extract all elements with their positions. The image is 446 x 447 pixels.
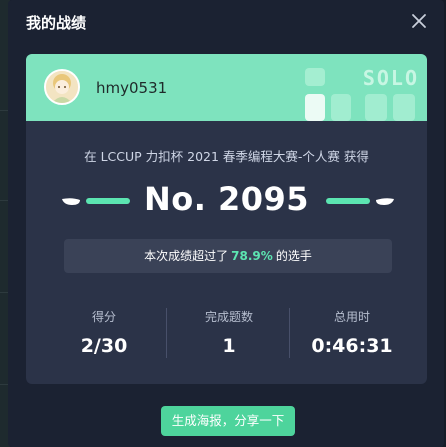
stat-value: 1 xyxy=(222,335,236,357)
dialog-title: 我的战绩 xyxy=(26,14,87,32)
achievement-dialog: 我的战绩 hmy0531 SOLO 在 LCCUP 力扣杯 2021 春季编程大… xyxy=(8,0,444,447)
rank-row: No. 2095 xyxy=(26,180,427,224)
rank-decoration-right-icon xyxy=(326,198,394,205)
stat-label: 得分 xyxy=(91,310,116,324)
exceed-prefix: 本次成绩超过了 xyxy=(144,249,229,263)
solo-badge-icon: SOLO xyxy=(305,66,419,121)
stat-label: 总用时 xyxy=(333,310,370,324)
stat-time: 总用时 0:46:31 xyxy=(290,308,414,357)
share-poster-button[interactable]: 生成海报，分享一下 xyxy=(161,406,295,436)
mode-badge-text: SOLO xyxy=(363,66,419,90)
stat-label: 完成题数 xyxy=(204,310,253,324)
result-card: hmy0531 SOLO 在 LCCUP 力扣杯 2021 春季编程大赛-个人赛… xyxy=(26,54,427,384)
stat-value: 0:46:31 xyxy=(311,335,393,357)
stats-row: 得分 2/30 完成题数 1 总用时 0:46:31 xyxy=(26,308,427,362)
stat-value: 2/30 xyxy=(80,335,128,357)
exceed-suffix: 的选手 xyxy=(275,249,312,263)
stat-score: 得分 2/30 xyxy=(42,308,166,357)
close-icon[interactable] xyxy=(410,12,428,30)
exceed-percent: 78.9% xyxy=(231,249,273,263)
achievement-text: 在 LCCUP 力扣杯 2021 春季编程大赛-个人赛 获得 xyxy=(84,149,369,164)
exceed-summary: 本次成绩超过了 78.9% 的选手 xyxy=(64,239,392,273)
avatar xyxy=(44,69,80,105)
username: hmy0531 xyxy=(96,79,168,97)
card-header: hmy0531 SOLO xyxy=(26,54,427,121)
stat-solved: 完成题数 1 xyxy=(167,308,291,357)
